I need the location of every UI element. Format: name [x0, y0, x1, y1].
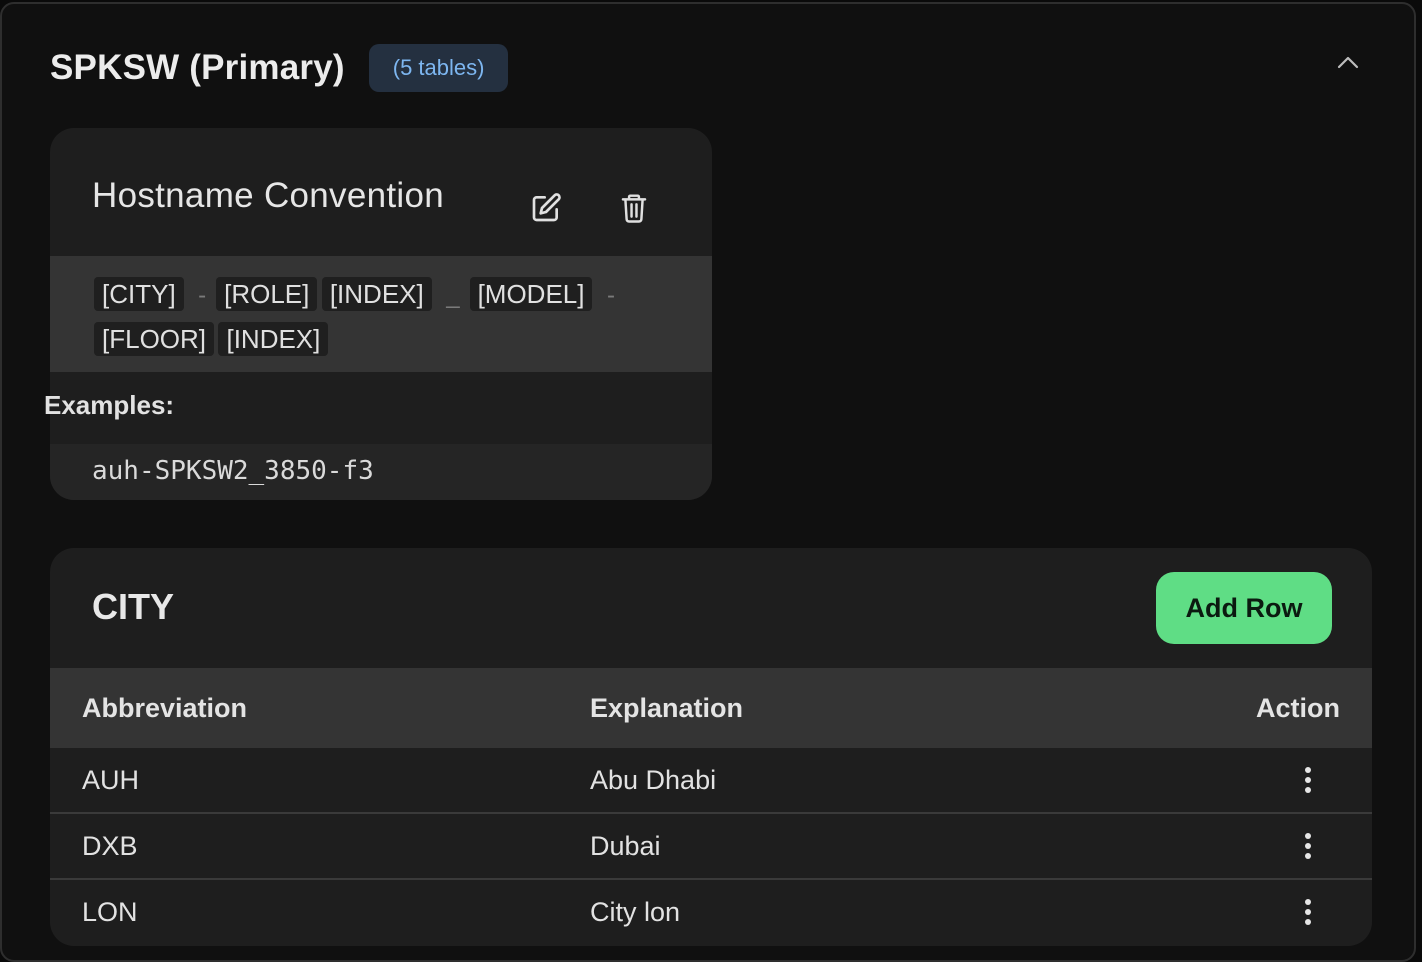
example-row: auh-SPKSW2_3850-f3	[50, 444, 712, 500]
cell-explanation: City lon	[590, 897, 681, 927]
column-header-abbreviation[interactable]: Abbreviation	[82, 668, 247, 748]
pattern-token: [FLOOR]	[94, 322, 215, 356]
pattern-separator: _	[446, 282, 460, 309]
section-title: SPKSW (Primary)	[50, 48, 345, 87]
edit-icon	[532, 193, 561, 222]
convention-title: Hostname Convention	[92, 176, 445, 215]
hostname-convention-card: Hostname Convention [CITY] - [ROLE] [INDE…	[50, 128, 712, 500]
cell-abbreviation: LON	[82, 897, 138, 927]
examples-label: Examples:	[44, 390, 175, 420]
city-table-card: CITY Add Row Abbreviation Explanation Ac…	[50, 548, 1372, 946]
table-row: LON City lon	[50, 880, 1372, 946]
pattern-separator: -	[198, 282, 207, 309]
table-count-badge: (5 tables)	[368, 44, 509, 92]
pattern-token: [INDEX]	[321, 277, 432, 311]
table-title: CITY	[92, 586, 175, 627]
cell-abbreviation: DXB	[82, 831, 138, 861]
pattern-token: [MODEL]	[469, 277, 593, 311]
edit-convention-button[interactable]	[526, 188, 566, 228]
trash-icon	[621, 194, 647, 223]
pattern-token: [INDEX]	[218, 322, 329, 356]
row-actions-button[interactable]	[1296, 764, 1320, 796]
row-actions-button[interactable]	[1296, 896, 1320, 928]
column-header-action: Action	[1256, 693, 1340, 723]
cell-explanation: Abu Dhabi	[590, 765, 717, 795]
more-vertical-icon	[1305, 833, 1311, 859]
table-row: AUH Abu Dhabi	[50, 748, 1372, 814]
table-row: DXB Dubai	[50, 814, 1372, 880]
column-header-explanation[interactable]: Explanation	[590, 668, 743, 748]
row-actions-button[interactable]	[1296, 830, 1320, 862]
more-vertical-icon	[1305, 899, 1311, 925]
cell-explanation: Dubai	[590, 831, 661, 861]
example-hostname: auh-SPKSW2_3850-f3	[92, 456, 374, 486]
table-header: Abbreviation Explanation Action	[50, 668, 1372, 748]
chevron-up-icon	[1337, 56, 1359, 69]
pattern-token: [CITY]	[94, 277, 184, 311]
section-header: SPKSW (Primary) (5 tables)	[50, 42, 509, 94]
more-vertical-icon	[1305, 767, 1311, 793]
collapse-section-button[interactable]	[1332, 46, 1364, 78]
convention-pattern: [CITY] - [ROLE] [INDEX] _ [MODEL] - [FLOOR]…	[50, 256, 712, 372]
add-row-button[interactable]: Add Row	[1156, 572, 1332, 644]
delete-convention-button[interactable]	[614, 188, 654, 228]
cell-abbreviation: AUH	[82, 765, 140, 795]
pattern-token: [ROLE]	[216, 277, 318, 311]
pattern-separator: -	[606, 282, 615, 309]
naming-section-panel: SPKSW (Primary) (5 tables) Hostname Conv…	[0, 2, 1416, 962]
